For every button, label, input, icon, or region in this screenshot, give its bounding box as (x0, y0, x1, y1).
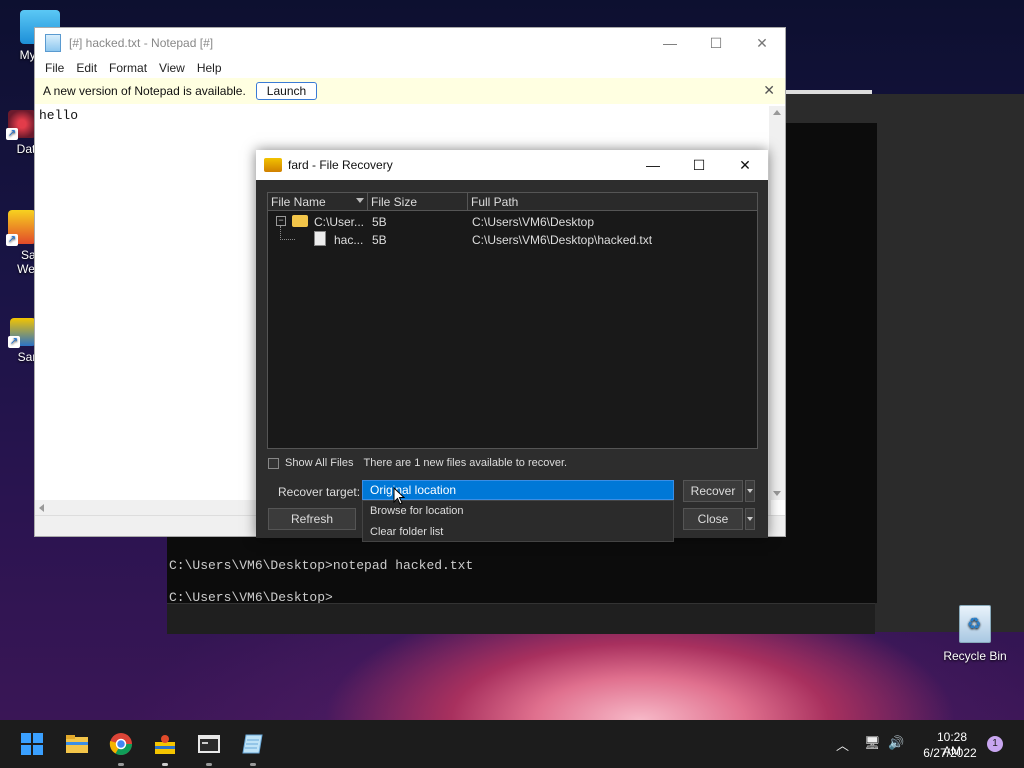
column-header-file-name[interactable]: File Name (268, 193, 368, 211)
show-all-files-checkbox[interactable] (268, 457, 279, 469)
close-button[interactable]: Close (683, 508, 743, 530)
maximize-icon[interactable]: ☐ (693, 28, 739, 58)
maximize-icon[interactable]: ☐ (676, 150, 722, 180)
sandboxie-taskbar-icon[interactable] (153, 732, 177, 756)
sandboxie-running-indicator (162, 763, 168, 766)
table-row-file-path: C:\Users\VM6\Desktop\hacked.txt (472, 233, 653, 247)
dropdown-option-clear[interactable]: Clear folder list (363, 522, 673, 543)
file-explorer-icon[interactable] (65, 732, 89, 756)
recover-target-dropdown: Browse for location Clear folder list (362, 500, 674, 542)
table-row-file-size: 5B (372, 233, 387, 247)
refresh-button[interactable]: Refresh (268, 508, 356, 530)
terminal-tab-indicator (772, 90, 872, 94)
recovery-file-list[interactable]: File Name File Size Full Path − C:\User.… (267, 192, 758, 449)
recovery-options-row: Show All Files There are 1 new files ava… (268, 457, 567, 469)
recycle-bin-icon: ♻ (959, 605, 991, 643)
shortcut-arrow-icon: ↗ (6, 234, 18, 246)
table-row-file-name[interactable]: hac... (334, 233, 363, 247)
terminal-scrollbar-strip (167, 603, 875, 634)
shortcut-arrow-icon: ↗ (8, 336, 20, 348)
tree-collapse-icon[interactable]: − (276, 216, 286, 226)
close-icon[interactable]: ✕ (739, 28, 785, 58)
close-icon[interactable]: ✕ (722, 150, 768, 180)
notepad-vertical-scrollbar[interactable] (769, 106, 785, 500)
scroll-down-icon[interactable] (773, 491, 781, 496)
notepad-running-indicator (250, 763, 256, 766)
recover-target-select[interactable]: Original location (362, 480, 674, 500)
launch-button[interactable]: Launch (255, 82, 318, 100)
notepad-icon (45, 34, 61, 52)
menu-format[interactable]: Format (103, 61, 153, 75)
notepad-text-area[interactable]: hello (39, 108, 78, 123)
column-header-file-size[interactable]: File Size (368, 193, 468, 211)
recover-target-label: Recover target: (278, 485, 361, 499)
menu-help[interactable]: Help (191, 61, 228, 75)
notepad-title: [#] hacked.txt - Notepad [#] (69, 36, 214, 50)
terminal-taskbar-icon[interactable] (197, 732, 221, 756)
column-header-full-path[interactable]: Full Path (468, 193, 757, 211)
desktop-icon-recycle-bin[interactable]: ♻ Recycle Bin (940, 605, 1010, 663)
file-recovery-title: fard - File Recovery (288, 158, 393, 172)
recovery-status-text: There are 1 new files available to recov… (363, 457, 568, 469)
shortcut-arrow-icon: ↗ (6, 128, 18, 140)
table-row-folder-size: 5B (372, 215, 387, 229)
minimize-icon[interactable]: — (647, 28, 693, 58)
sort-arrow-icon (356, 198, 364, 203)
notification-badge[interactable]: 1 (987, 736, 1003, 752)
banner-close-icon[interactable]: ✕ (763, 82, 775, 99)
update-banner-text: A new version of Notepad is available. (43, 84, 246, 98)
table-row-folder-name[interactable]: C:\User... (314, 215, 364, 229)
terminal-line: C:\Users\VM6\Desktop>notepad hacked.txt (169, 558, 474, 573)
clock-date[interactable]: 6/27/2022 (918, 746, 982, 760)
start-icon[interactable] (20, 732, 44, 756)
notepad-titlebar[interactable]: [#] hacked.txt - Notepad [#] — ☐ ✕ (35, 28, 785, 58)
menu-view[interactable]: View (153, 61, 191, 75)
minimize-icon[interactable]: — (630, 150, 676, 180)
sandbox-app-icon (264, 158, 282, 172)
recycle-bin-label: Recycle Bin (943, 649, 1007, 663)
chrome-icon[interactable] (109, 732, 133, 756)
sandbox-icon: ↗ (6, 210, 36, 246)
network-icon[interactable]: 🖥 (864, 735, 881, 751)
scroll-left-icon[interactable] (39, 504, 44, 512)
update-banner: A new version of Notepad is available. L… (35, 78, 785, 104)
menu-file[interactable]: File (39, 61, 70, 75)
chevron-up-icon[interactable]: ︿ (836, 735, 849, 754)
table-row-folder-path: C:\Users\VM6\Desktop (472, 215, 595, 229)
notepad-taskbar-icon[interactable] (241, 732, 265, 756)
close-options-arrow-icon[interactable] (745, 508, 755, 530)
file-recovery-window[interactable]: fard - File Recovery — ☐ ✕ File Name Fil… (256, 150, 768, 542)
terminal-running-indicator (206, 763, 212, 766)
chrome-running-indicator (118, 763, 124, 766)
taskbar: ︿ 🖥 🔊 (0, 720, 1024, 768)
notepad-menubar: File Edit Format View Help (35, 58, 785, 78)
file-recovery-titlebar[interactable]: fard - File Recovery — ☐ ✕ (256, 150, 768, 180)
datawrapper-icon: ↗ (6, 110, 36, 140)
menu-edit[interactable]: Edit (70, 61, 103, 75)
file-icon (314, 231, 326, 246)
dropdown-option-browse[interactable]: Browse for location (363, 501, 673, 522)
volume-icon[interactable]: 🔊 (888, 735, 904, 751)
recover-button[interactable]: Recover (683, 480, 743, 502)
scroll-up-icon[interactable] (773, 110, 781, 115)
show-all-files-label: Show All Files (285, 457, 354, 469)
sandboxie-icon: ↗ (8, 318, 36, 348)
tree-connector (280, 226, 295, 240)
mouse-cursor-icon (393, 487, 405, 505)
recover-options-arrow-icon[interactable] (745, 480, 755, 502)
